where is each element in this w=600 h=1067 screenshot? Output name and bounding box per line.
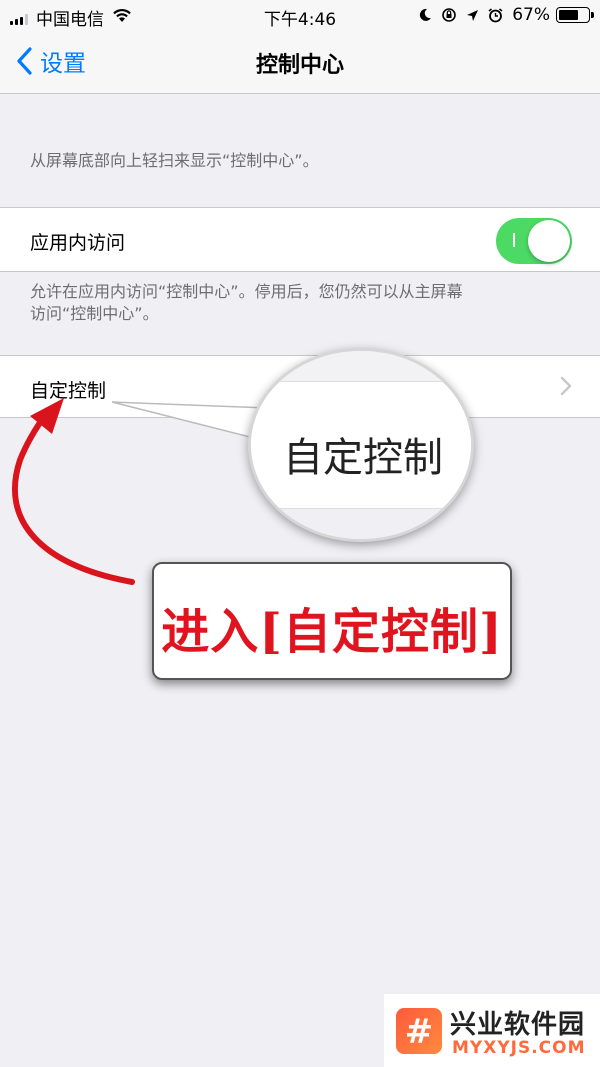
magnifier-circle: 自定控制 <box>248 348 474 542</box>
magnifier-label: 自定控制 <box>283 435 443 481</box>
watermark: # 兴业软件园 MYXYJS.COM <box>384 994 600 1067</box>
red-curved-arrow <box>12 411 135 585</box>
watermark-name: 兴业软件园 <box>450 1010 586 1040</box>
callout-box: 进入[自定控制] <box>152 562 512 680</box>
callout-text: 进入[自定控制] <box>161 604 503 660</box>
watermark-logo-glyph: # <box>404 1012 434 1052</box>
watermark-url: MYXYJS.COM <box>452 1038 586 1058</box>
watermark-logo-icon: # <box>396 1008 442 1054</box>
magnifier-pointer <box>111 401 269 441</box>
